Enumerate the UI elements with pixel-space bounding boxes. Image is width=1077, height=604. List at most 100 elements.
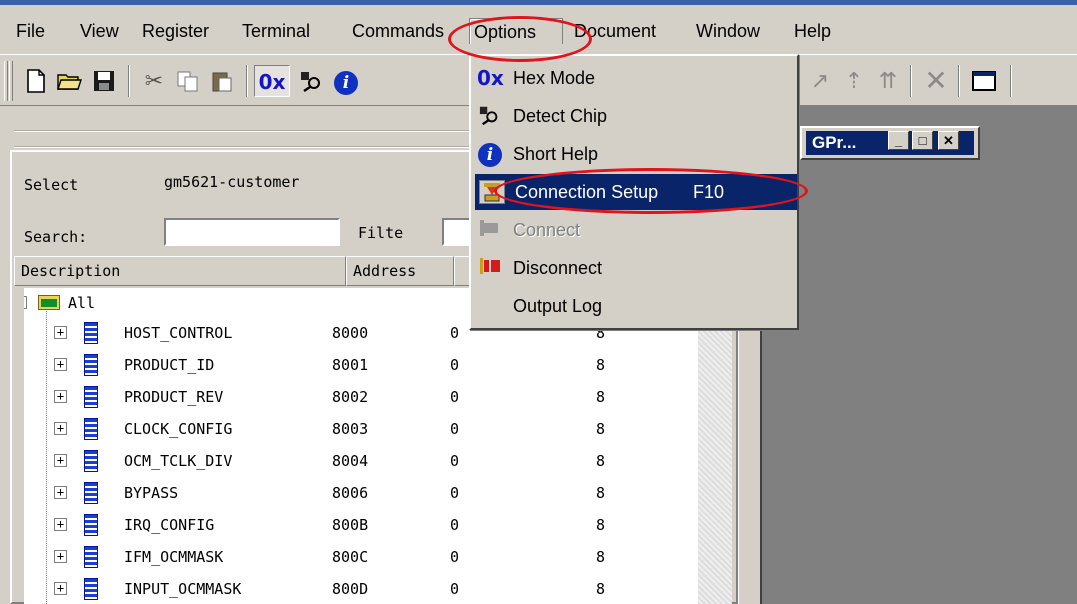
table-row[interactable]: + OCM_TCLK_DIV 8004 0 8 xyxy=(24,446,702,476)
window-icon[interactable] xyxy=(968,65,1000,97)
info-icon: i xyxy=(478,143,502,167)
menu-item-disconnect[interactable]: Disconnect xyxy=(473,250,795,286)
menu-document[interactable]: Document xyxy=(570,18,660,44)
select-dropdown[interactable]: gm5621-customer xyxy=(160,170,460,198)
minimize-button[interactable]: _ xyxy=(888,131,909,150)
search-label: Search: xyxy=(24,228,88,246)
menu-item-output-log[interactable]: Output Log xyxy=(473,288,795,324)
table-row[interactable]: + PRODUCT_REV 8002 0 8 xyxy=(24,382,702,412)
menu-item-detect-chip[interactable]: Detect Chip xyxy=(473,98,795,134)
write-arrow-icon[interactable]: ↗ xyxy=(804,65,836,97)
expand-icon[interactable]: + xyxy=(54,454,67,467)
column-header-address[interactable]: Address xyxy=(346,256,454,286)
menu-item-connect[interactable]: Connect xyxy=(473,212,795,248)
register-col4: 8 xyxy=(596,580,606,598)
register-table: − All +HOST_CONTROL800008+PRODUCT_ID8001… xyxy=(24,288,702,604)
paste-icon[interactable] xyxy=(206,65,238,97)
close-button[interactable]: ✕ xyxy=(938,131,959,150)
menu-bar: File View Register Terminal Commands Opt… xyxy=(0,5,1077,53)
delete-icon[interactable]: ✕ xyxy=(920,65,952,97)
column-header-description[interactable]: Description xyxy=(14,256,346,286)
register-address: 8002 xyxy=(332,388,369,406)
register-address: 8001 xyxy=(332,356,369,374)
menu-terminal[interactable]: Terminal xyxy=(238,18,314,44)
menu-file[interactable]: File xyxy=(12,18,49,44)
register-address: 8006 xyxy=(332,484,369,502)
expand-icon[interactable]: + xyxy=(54,582,67,595)
register-col3: 0 xyxy=(450,420,460,438)
child-window-title-text: GPr... xyxy=(812,133,857,152)
expand-icon[interactable]: + xyxy=(54,518,67,531)
hex-mode-button[interactable]: 0x xyxy=(254,65,290,97)
table-row[interactable]: + IFM_OCMMASK 800C 0 8 xyxy=(24,542,702,572)
expand-icon[interactable]: + xyxy=(54,358,67,371)
register-col4: 8 xyxy=(596,484,606,502)
register-col4: 8 xyxy=(596,388,606,406)
table-row[interactable]: + INPUT_OCMMASK 800D 0 8 xyxy=(24,574,702,604)
toolbar-separator xyxy=(128,65,130,97)
toolbar-grip[interactable] xyxy=(4,61,8,101)
read-arrow-icon[interactable]: ⇡ xyxy=(838,65,870,97)
mdi-client-area xyxy=(762,106,1077,604)
register-col3: 0 xyxy=(450,452,460,470)
info-button[interactable]: i xyxy=(330,65,362,97)
maximize-button[interactable]: □ xyxy=(912,131,933,150)
register-col4: 8 xyxy=(596,452,606,470)
up-arrows-icon[interactable]: ⇈ xyxy=(872,65,904,97)
register-icon xyxy=(84,418,98,440)
filter-input[interactable] xyxy=(442,218,472,246)
expand-icon[interactable]: + xyxy=(54,486,67,499)
register-icon xyxy=(84,322,98,344)
register-col3: 0 xyxy=(450,324,460,342)
menu-help[interactable]: Help xyxy=(790,18,835,44)
connection-setup-icon xyxy=(479,180,505,204)
disconnect-plug-icon xyxy=(477,256,503,280)
register-address: 8004 xyxy=(332,452,369,470)
register-name: IFM_OCMMASK xyxy=(124,548,224,566)
register-name: HOST_CONTROL xyxy=(124,324,233,342)
register-col3: 0 xyxy=(450,580,460,598)
collapse-icon[interactable]: − xyxy=(24,296,27,309)
register-address: 8003 xyxy=(332,420,369,438)
register-icon xyxy=(84,578,98,600)
menu-window[interactable]: Window xyxy=(692,18,764,44)
expand-icon[interactable]: + xyxy=(54,550,67,563)
register-icon xyxy=(84,546,98,568)
copy-icon[interactable] xyxy=(172,65,204,97)
register-col3: 0 xyxy=(450,548,460,566)
menu-item-shortcut: F10 xyxy=(693,182,725,202)
menu-item-short-help[interactable]: i Short Help xyxy=(473,136,795,172)
new-file-icon[interactable] xyxy=(20,65,52,97)
register-name: BYPASS xyxy=(124,484,179,502)
register-icon xyxy=(84,482,98,504)
detect-chip-icon[interactable] xyxy=(296,65,328,97)
menu-item-label: Connection Setup xyxy=(515,182,659,202)
table-row[interactable]: + BYPASS 8006 0 8 xyxy=(24,478,702,508)
expand-icon[interactable]: + xyxy=(54,422,67,435)
expand-icon[interactable]: + xyxy=(54,326,67,339)
hex-mode-icon: 0x xyxy=(258,70,286,94)
register-col4: 8 xyxy=(596,516,606,534)
toolbar-grip-2 xyxy=(9,61,13,101)
menu-item-label: Short Help xyxy=(513,144,599,164)
menu-register[interactable]: Register xyxy=(138,18,213,44)
table-row[interactable]: + PRODUCT_ID 8001 0 8 xyxy=(24,350,702,380)
menu-item-hex-mode[interactable]: 0x Hex Mode xyxy=(473,60,795,96)
expand-icon[interactable]: + xyxy=(54,390,67,403)
menu-view[interactable]: View xyxy=(76,18,123,44)
table-row[interactable]: + CLOCK_CONFIG 8003 0 8 xyxy=(24,414,702,444)
register-name: PRODUCT_REV xyxy=(124,388,224,406)
save-disk-icon[interactable] xyxy=(88,65,120,97)
register-col3: 0 xyxy=(450,516,460,534)
menu-options[interactable]: Options xyxy=(469,18,563,44)
table-row[interactable]: + IRQ_CONFIG 800B 0 8 xyxy=(24,510,702,540)
minimized-child-window[interactable]: GPr... _ □ ✕ xyxy=(800,126,980,160)
search-input[interactable] xyxy=(164,218,340,246)
open-folder-icon[interactable] xyxy=(54,65,86,97)
table-scroll-strip[interactable] xyxy=(698,288,732,604)
menu-commands[interactable]: Commands xyxy=(348,18,448,44)
cut-icon[interactable]: ✂ xyxy=(138,65,170,97)
options-dropdown-menu: 0x Hex Mode Detect Chip i Short Help Con… xyxy=(469,54,799,330)
register-name: CLOCK_CONFIG xyxy=(124,420,233,438)
menu-item-connection-setup[interactable]: Connection Setup F10 xyxy=(475,174,797,210)
